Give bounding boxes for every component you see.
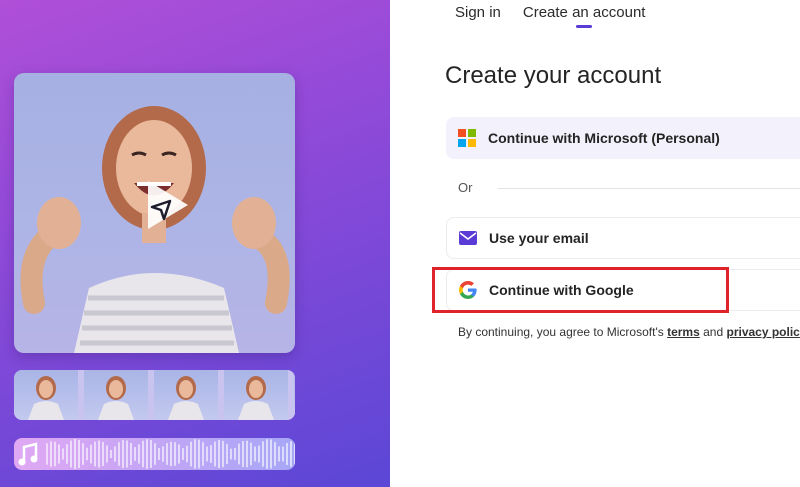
- continue-with-google-button[interactable]: Continue with Google: [446, 269, 800, 311]
- play-icon: [148, 181, 188, 229]
- filmstrip-frame: [154, 370, 224, 420]
- email-button-label: Use your email: [489, 230, 589, 246]
- filmstrip-frame: [84, 370, 154, 420]
- or-divider-line: [498, 188, 800, 189]
- terms-notice: By continuing, you agree to Microsoft's …: [458, 325, 800, 339]
- or-divider-label: Or: [458, 180, 473, 195]
- use-email-button[interactable]: Use your email: [446, 217, 800, 259]
- promo-panel: [0, 0, 390, 487]
- google-button-label: Continue with Google: [489, 282, 634, 298]
- page-title: Create your account: [445, 62, 662, 89]
- music-note-icon: [18, 442, 38, 466]
- microsoft-logo-icon: [458, 129, 476, 147]
- envelope-icon: [459, 229, 477, 247]
- terms-prefix: By continuing, you agree to Microsoft's: [458, 325, 664, 339]
- tab-sign-in[interactable]: Sign in: [455, 0, 501, 30]
- audio-waveform-strip[interactable]: [14, 438, 295, 470]
- filmstrip-frame: [14, 370, 84, 420]
- google-logo-icon: [459, 281, 477, 299]
- tab-create-account[interactable]: Create an account: [523, 0, 645, 30]
- play-button[interactable]: [132, 173, 196, 237]
- filmstrip-frame: [294, 370, 295, 420]
- continue-with-microsoft-button[interactable]: Continue with Microsoft (Personal): [446, 117, 800, 159]
- filmstrip-frame: [224, 370, 294, 420]
- video-preview[interactable]: [14, 73, 295, 353]
- audio-waveform: [18, 439, 295, 469]
- auth-tabs: Sign in Create an account: [455, 0, 645, 30]
- microsoft-button-label: Continue with Microsoft (Personal): [488, 130, 720, 146]
- video-filmstrip[interactable]: [14, 370, 295, 420]
- privacy-policy-link[interactable]: privacy polic: [726, 325, 799, 339]
- terms-link[interactable]: terms: [667, 325, 700, 339]
- terms-and: and: [703, 325, 724, 339]
